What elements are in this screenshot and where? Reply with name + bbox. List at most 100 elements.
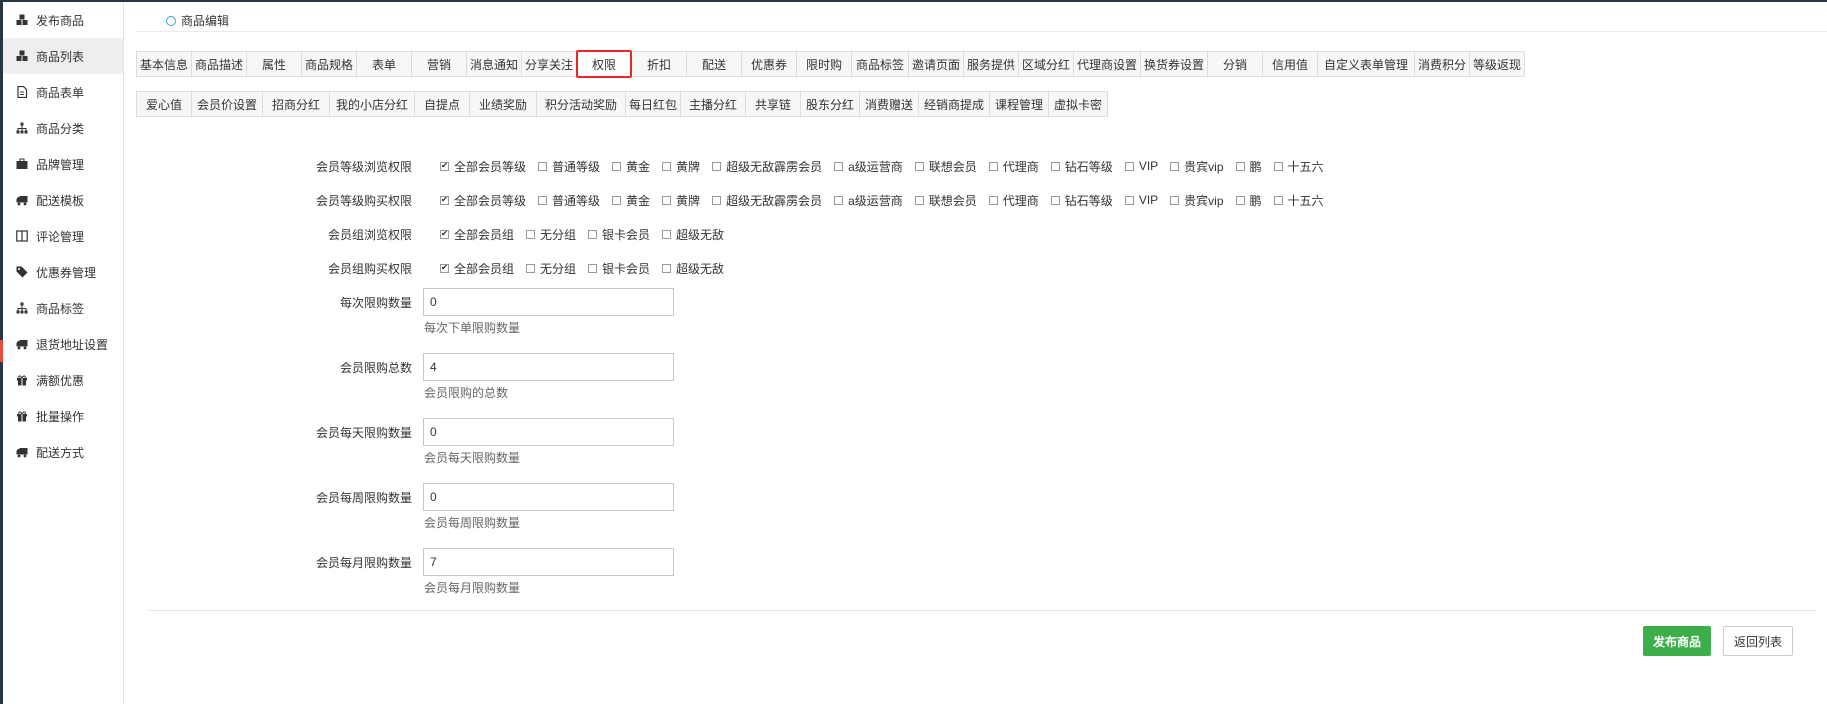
checkbox[interactable] bbox=[1124, 161, 1134, 171]
tab[interactable]: 权限 bbox=[576, 50, 632, 78]
permission-option[interactable]: 鹏 bbox=[1235, 158, 1262, 175]
back-to-list-button[interactable]: 返回列表 bbox=[1723, 626, 1793, 656]
tab[interactable]: 代理商设置 bbox=[1073, 51, 1141, 77]
tab[interactable]: 自定义表单管理 bbox=[1317, 51, 1415, 77]
tab[interactable]: 虚拟卡密 bbox=[1048, 91, 1108, 117]
permission-option[interactable]: 贵宾vip bbox=[1170, 192, 1224, 209]
tab[interactable]: 我的小店分红 bbox=[329, 91, 415, 117]
tab[interactable]: 消费赠送 bbox=[859, 91, 919, 117]
permission-option[interactable]: 钻石等级 bbox=[1050, 192, 1113, 209]
permission-option[interactable]: 超级无敌霹雳会员 bbox=[712, 192, 822, 209]
checkbox[interactable] bbox=[1170, 195, 1180, 205]
permission-option[interactable]: 黄金 bbox=[612, 192, 650, 209]
checkbox[interactable] bbox=[662, 263, 672, 273]
tab[interactable]: 信用值 bbox=[1262, 51, 1318, 77]
sidebar-item[interactable]: 评论管理 bbox=[3, 218, 123, 254]
checkbox[interactable] bbox=[588, 263, 598, 273]
tab[interactable]: 优惠券 bbox=[741, 51, 797, 77]
permission-option[interactable]: ✔ 全部会员等级 bbox=[440, 158, 526, 175]
tab[interactable]: 分销 bbox=[1207, 51, 1263, 77]
checkbox[interactable] bbox=[662, 195, 672, 205]
permission-option[interactable]: 黄牌 bbox=[662, 158, 700, 175]
tab[interactable]: 限时购 bbox=[796, 51, 852, 77]
permission-option[interactable]: a级运营商 bbox=[834, 192, 903, 209]
tab[interactable]: 主播分红 bbox=[680, 91, 746, 117]
permission-option[interactable]: 钻石等级 bbox=[1050, 158, 1113, 175]
sidebar-item[interactable]: 配送模板 bbox=[3, 182, 123, 218]
checkbox[interactable] bbox=[612, 161, 622, 171]
tab[interactable]: 每日红包 bbox=[625, 91, 681, 117]
tab[interactable]: 服务提供 bbox=[963, 51, 1019, 77]
tab[interactable]: 爱心值 bbox=[136, 91, 192, 117]
tab[interactable]: 表单 bbox=[356, 51, 412, 77]
permission-option[interactable]: 联想会员 bbox=[914, 158, 977, 175]
permission-option[interactable]: 超级无敌 bbox=[662, 260, 724, 277]
limit-input[interactable] bbox=[423, 288, 674, 316]
tab[interactable]: 营销 bbox=[411, 51, 467, 77]
tab[interactable]: 消息通知 bbox=[466, 51, 522, 77]
permission-option[interactable]: 十五六 bbox=[1273, 192, 1324, 209]
checkbox-checked[interactable]: ✔ bbox=[440, 229, 449, 239]
tab[interactable]: 商品标签 bbox=[851, 51, 909, 77]
checkbox[interactable] bbox=[914, 161, 924, 171]
sidebar-item[interactable]: 优惠券管理 bbox=[3, 254, 123, 290]
limit-input[interactable] bbox=[423, 483, 674, 511]
permission-option[interactable]: 联想会员 bbox=[914, 192, 977, 209]
limit-input[interactable] bbox=[423, 418, 674, 446]
tab[interactable]: 邀请页面 bbox=[908, 51, 964, 77]
permission-option[interactable]: 代理商 bbox=[988, 158, 1039, 175]
limit-input[interactable] bbox=[423, 548, 674, 576]
permission-option[interactable]: 银卡会员 bbox=[588, 260, 650, 277]
sidebar-item[interactable]: 配送方式 bbox=[3, 434, 123, 470]
permission-option[interactable]: 无分组 bbox=[526, 260, 576, 277]
tab[interactable]: 自提点 bbox=[414, 91, 470, 117]
permission-option[interactable]: 鹏 bbox=[1235, 192, 1262, 209]
tab[interactable]: 课程管理 bbox=[989, 91, 1049, 117]
checkbox[interactable] bbox=[834, 195, 844, 205]
checkbox[interactable] bbox=[988, 161, 998, 171]
checkbox[interactable] bbox=[712, 161, 722, 171]
checkbox[interactable] bbox=[526, 263, 536, 273]
checkbox[interactable] bbox=[1170, 161, 1180, 171]
sidebar-item[interactable]: 退货地址设置 bbox=[3, 326, 123, 362]
checkbox-checked[interactable]: ✔ bbox=[440, 263, 449, 273]
publish-button[interactable]: 发布商品 bbox=[1643, 626, 1711, 656]
checkbox[interactable] bbox=[988, 195, 998, 205]
permission-option[interactable]: 普通等级 bbox=[538, 192, 600, 209]
sidebar-item[interactable]: 满额优惠 bbox=[3, 362, 123, 398]
tab[interactable]: 分享关注 bbox=[521, 51, 577, 77]
permission-option[interactable]: 超级无敌霹雳会员 bbox=[712, 158, 822, 175]
checkbox[interactable] bbox=[1050, 161, 1060, 171]
tab[interactable]: 换货券设置 bbox=[1140, 51, 1208, 77]
permission-option[interactable]: 黄金 bbox=[612, 158, 650, 175]
checkbox[interactable] bbox=[662, 161, 672, 171]
tab[interactable]: 经销商提成 bbox=[918, 91, 990, 117]
checkbox[interactable] bbox=[538, 195, 548, 205]
tab[interactable]: 折扣 bbox=[631, 51, 687, 77]
permission-option[interactable]: 无分组 bbox=[526, 226, 576, 243]
checkbox[interactable] bbox=[834, 161, 844, 171]
sidebar-item[interactable]: 商品列表 bbox=[3, 38, 123, 74]
tab[interactable]: 商品规格 bbox=[301, 51, 357, 77]
tab[interactable]: 配送 bbox=[686, 51, 742, 77]
limit-input[interactable] bbox=[423, 353, 674, 381]
checkbox[interactable] bbox=[538, 161, 548, 171]
checkbox[interactable] bbox=[1124, 195, 1134, 205]
permission-option[interactable]: ✔ 全部会员等级 bbox=[440, 192, 526, 209]
checkbox[interactable] bbox=[712, 195, 722, 205]
permission-option[interactable]: 十五六 bbox=[1273, 158, 1324, 175]
tab[interactable]: 股东分红 bbox=[800, 91, 860, 117]
permission-option[interactable]: 黄牌 bbox=[662, 192, 700, 209]
checkbox[interactable] bbox=[662, 229, 672, 239]
checkbox[interactable] bbox=[588, 229, 598, 239]
tab[interactable]: 招商分红 bbox=[262, 91, 330, 117]
checkbox[interactable] bbox=[612, 195, 622, 205]
tab[interactable]: 会员价设置 bbox=[191, 91, 263, 117]
checkbox[interactable] bbox=[1235, 161, 1245, 171]
permission-option[interactable]: VIP bbox=[1124, 159, 1158, 173]
permission-option[interactable]: 超级无敌 bbox=[662, 226, 724, 243]
checkbox-checked[interactable]: ✔ bbox=[440, 161, 449, 171]
tab[interactable]: 共享链 bbox=[745, 91, 801, 117]
permission-option[interactable]: 贵宾vip bbox=[1170, 158, 1224, 175]
permission-option[interactable]: a级运营商 bbox=[834, 158, 903, 175]
